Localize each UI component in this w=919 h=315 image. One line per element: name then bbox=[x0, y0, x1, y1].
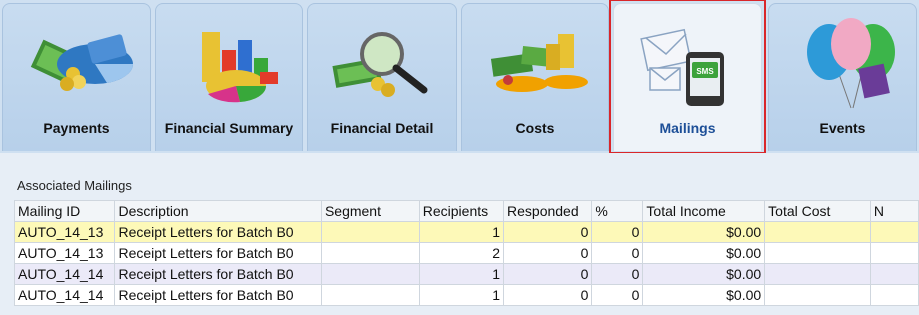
module-tab-bar: Payments Financial Summary Financial Det… bbox=[0, 0, 919, 154]
cell-total-income: $0.00 bbox=[642, 221, 766, 243]
cell-responded: 0 bbox=[503, 284, 593, 306]
cell-segment bbox=[320, 263, 420, 285]
table-header-row: Mailing ID Description Segment Recipient… bbox=[13, 200, 919, 222]
tab-label: Events bbox=[819, 120, 866, 136]
tab-financial-detail[interactable]: Financial Detail bbox=[307, 3, 457, 151]
cell-description: Receipt Letters for Batch B0 bbox=[114, 284, 322, 306]
column-header[interactable]: Segment bbox=[320, 200, 420, 222]
cell-extra bbox=[869, 263, 919, 285]
column-header[interactable]: Description bbox=[114, 200, 322, 222]
financial-summary-icon bbox=[202, 32, 278, 103]
cell-mailing-id: AUTO_14_13 bbox=[13, 242, 116, 264]
tab-label: Mailings bbox=[659, 120, 716, 136]
tab-mailings[interactable]: SMS Mailings bbox=[613, 3, 762, 151]
cell-percent: 0 bbox=[591, 284, 644, 306]
cell-responded: 0 bbox=[503, 242, 593, 264]
sms-label: SMS bbox=[696, 67, 714, 76]
tab-label: Payments bbox=[43, 120, 110, 136]
mailings-panel: Associated Mailings Mailing ID Descripti… bbox=[0, 153, 919, 315]
cell-recipients: 2 bbox=[418, 242, 505, 264]
tab-financial-summary[interactable]: Financial Summary bbox=[155, 3, 303, 151]
cell-mailing-id: AUTO_14_14 bbox=[13, 263, 116, 285]
cell-segment bbox=[320, 284, 420, 306]
events-icon bbox=[807, 18, 895, 109]
cell-segment bbox=[320, 221, 420, 243]
mailings-icon: SMS bbox=[640, 28, 724, 106]
cell-responded: 0 bbox=[503, 263, 593, 285]
payments-icon bbox=[30, 34, 134, 91]
cell-extra bbox=[869, 284, 919, 306]
tab-costs[interactable]: Costs bbox=[461, 3, 609, 151]
section-title: Associated Mailings bbox=[17, 178, 132, 193]
cell-total-income: $0.00 bbox=[642, 263, 766, 285]
cell-total-cost bbox=[764, 263, 871, 285]
tab-payments[interactable]: Payments bbox=[2, 3, 151, 151]
cell-extra bbox=[869, 221, 919, 243]
cell-description: Receipt Letters for Batch B0 bbox=[114, 242, 322, 264]
cell-description: Receipt Letters for Batch B0 bbox=[114, 221, 322, 243]
column-header[interactable]: Mailing ID bbox=[13, 200, 116, 222]
tab-label: Financial Summary bbox=[164, 120, 294, 136]
cell-segment bbox=[320, 242, 420, 264]
cell-percent: 0 bbox=[591, 242, 644, 264]
financial-detail-icon bbox=[332, 32, 428, 97]
tab-events[interactable]: Events bbox=[768, 3, 917, 151]
table-row[interactable]: AUTO_14_13 Receipt Letters for Batch B0 … bbox=[13, 221, 919, 243]
table-row[interactable]: AUTO_14_13 Receipt Letters for Batch B0 … bbox=[13, 242, 919, 264]
mailings-table: Mailing ID Description Segment Recipient… bbox=[13, 200, 919, 306]
cell-mailing-id: AUTO_14_14 bbox=[13, 284, 116, 306]
column-header[interactable]: Recipients bbox=[418, 200, 505, 222]
tab-label: Financial Detail bbox=[330, 120, 434, 136]
cell-total-cost bbox=[764, 242, 871, 264]
cell-extra bbox=[869, 242, 919, 264]
tab-label: Costs bbox=[515, 120, 555, 136]
cell-percent: 0 bbox=[591, 263, 644, 285]
column-header[interactable]: Total Income bbox=[642, 200, 766, 222]
column-header[interactable]: N bbox=[869, 200, 919, 222]
cell-recipients: 1 bbox=[418, 221, 505, 243]
cell-total-income: $0.00 bbox=[642, 242, 766, 264]
table-row[interactable]: AUTO_14_14 Receipt Letters for Batch B0 … bbox=[13, 284, 919, 306]
cell-description: Receipt Letters for Batch B0 bbox=[114, 263, 322, 285]
cell-responded: 0 bbox=[503, 221, 593, 243]
cell-total-income: $0.00 bbox=[642, 284, 766, 306]
table-row[interactable]: AUTO_14_14 Receipt Letters for Batch B0 … bbox=[13, 263, 919, 285]
cell-total-cost bbox=[764, 284, 871, 306]
cell-recipients: 1 bbox=[418, 263, 505, 285]
column-header[interactable]: % bbox=[591, 200, 644, 222]
column-header[interactable]: Responded bbox=[503, 200, 593, 222]
cell-percent: 0 bbox=[591, 221, 644, 243]
cell-mailing-id: AUTO_14_13 bbox=[13, 221, 116, 243]
column-header[interactable]: Total Cost bbox=[764, 200, 871, 222]
cell-recipients: 1 bbox=[418, 284, 505, 306]
costs-icon bbox=[490, 34, 588, 92]
cell-total-cost bbox=[764, 221, 871, 243]
